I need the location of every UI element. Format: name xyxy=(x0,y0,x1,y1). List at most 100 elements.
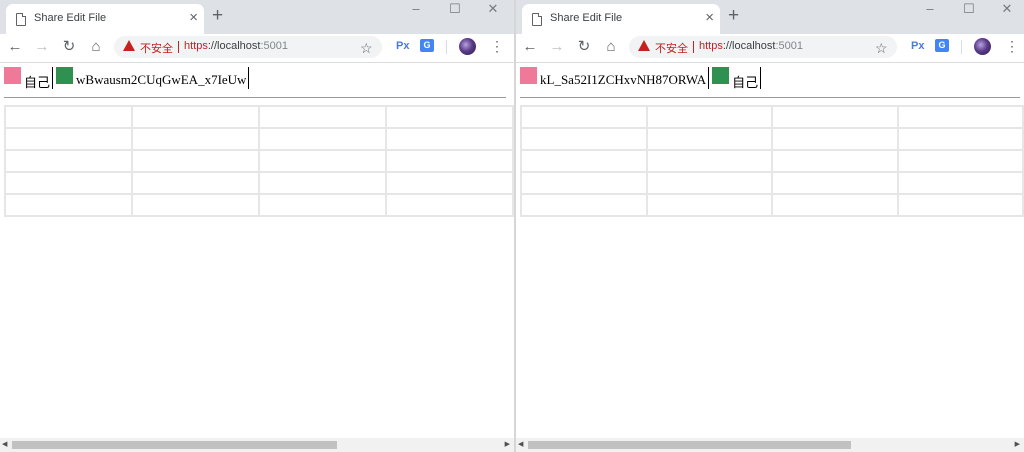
browser-window-right: Share Edit File × + – ☐ ✕ ← → ↻ ⌂ 不安全 ht… xyxy=(516,0,1024,452)
home-icon[interactable]: ⌂ xyxy=(87,37,105,57)
tab-title: Share Edit File xyxy=(550,12,623,24)
grid-cell[interactable] xyxy=(645,193,773,217)
grid-cell[interactable] xyxy=(645,171,773,195)
translate-extension-icon[interactable]: G xyxy=(935,39,949,52)
scroll-right-icon[interactable]: ▶ xyxy=(505,441,510,449)
grid-cell[interactable] xyxy=(896,171,1024,195)
grid-row xyxy=(520,105,1024,129)
profile-avatar[interactable] xyxy=(459,38,476,55)
user-name: kL_Sa52I1ZCHxvNH87ORWA xyxy=(540,72,707,87)
home-icon[interactable]: ⌂ xyxy=(602,37,620,57)
grid-cell[interactable] xyxy=(4,193,133,217)
grid-cell[interactable] xyxy=(645,105,773,129)
grid-cell[interactable] xyxy=(131,149,260,173)
reload-icon[interactable]: ↻ xyxy=(575,37,593,57)
grid-cell[interactable] xyxy=(896,127,1024,151)
bookmark-star-icon[interactable]: ☆ xyxy=(360,39,373,57)
grid-cell[interactable] xyxy=(385,171,514,195)
close-window-icon[interactable]: ✕ xyxy=(476,0,510,20)
grid-cell[interactable] xyxy=(131,127,260,151)
tab-share-edit-file[interactable]: Share Edit File × xyxy=(6,4,204,34)
grid-cell[interactable] xyxy=(645,127,773,151)
grid-cell[interactable] xyxy=(520,127,648,151)
horizontal-scrollbar[interactable]: ◀ ▶ xyxy=(516,438,1024,452)
back-icon[interactable]: ← xyxy=(521,37,539,57)
address-bar[interactable]: 不安全 https://localhost:5001 ☆ xyxy=(629,36,897,58)
grid-cell[interactable] xyxy=(4,149,133,173)
scroll-left-icon[interactable]: ◀ xyxy=(518,441,523,449)
grid-row xyxy=(520,193,1024,217)
grid-cell[interactable] xyxy=(385,149,514,173)
forward-icon[interactable]: → xyxy=(33,37,51,57)
tab-close-icon[interactable]: × xyxy=(189,9,198,27)
minimize-icon[interactable]: – xyxy=(913,0,947,20)
profile-avatar[interactable] xyxy=(974,38,991,55)
translate-extension-icon[interactable]: G xyxy=(420,39,434,52)
grid-cell[interactable] xyxy=(645,149,773,173)
toolbar-divider xyxy=(961,40,962,54)
grid-cell[interactable] xyxy=(258,149,387,173)
menu-icon[interactable]: ⋮ xyxy=(1005,37,1019,55)
extension-px-icon[interactable]: Px xyxy=(911,40,924,52)
tab-strip: Share Edit File × + – ☐ ✕ xyxy=(0,0,514,34)
browser-window-left: Share Edit File × + – ☐ ✕ ← → ↻ ⌂ 不安全 ht… xyxy=(0,0,514,452)
maximize-icon[interactable]: ☐ xyxy=(438,0,472,20)
grid-cell[interactable] xyxy=(771,105,899,129)
grid-cell[interactable] xyxy=(385,105,514,129)
address-bar[interactable]: 不安全 https://localhost:5001 ☆ xyxy=(114,36,382,58)
tab-strip: Share Edit File × + – ☐ ✕ xyxy=(516,0,1024,34)
grid-cell[interactable] xyxy=(520,105,648,129)
grid-cell[interactable] xyxy=(385,127,514,151)
scroll-right-icon[interactable]: ▶ xyxy=(1015,441,1020,449)
security-status: 不安全 xyxy=(140,43,173,55)
grid-cell[interactable] xyxy=(771,193,899,217)
user-color-swatch xyxy=(56,67,74,84)
scrollbar-thumb[interactable] xyxy=(12,441,337,449)
tab-close-icon[interactable]: × xyxy=(705,9,714,27)
reload-icon[interactable]: ↻ xyxy=(60,37,78,57)
grid-cell[interactable] xyxy=(771,149,899,173)
grid-cell[interactable] xyxy=(258,171,387,195)
tab-share-edit-file[interactable]: Share Edit File × xyxy=(522,4,720,34)
grid-cell[interactable] xyxy=(4,127,133,151)
url-port: :5001 xyxy=(260,40,288,52)
grid-cell[interactable] xyxy=(896,105,1024,129)
grid-cell[interactable] xyxy=(520,149,648,173)
grid-cell[interactable] xyxy=(385,193,514,217)
extension-px-icon[interactable]: Px xyxy=(396,40,409,52)
bookmark-star-icon[interactable]: ☆ xyxy=(875,39,888,57)
close-window-icon[interactable]: ✕ xyxy=(990,0,1024,20)
grid-cell[interactable] xyxy=(258,193,387,217)
grid-cell[interactable] xyxy=(771,171,899,195)
grid-cell[interactable] xyxy=(520,171,648,195)
scroll-left-icon[interactable]: ◀ xyxy=(2,441,7,449)
grid-row xyxy=(4,171,514,195)
divider-line xyxy=(4,97,506,98)
grid-cell[interactable] xyxy=(4,105,133,129)
grid-cell[interactable] xyxy=(258,105,387,129)
grid-row xyxy=(4,105,514,129)
grid-cell[interactable] xyxy=(131,105,260,129)
maximize-icon[interactable]: ☐ xyxy=(952,0,986,20)
user-color-swatch xyxy=(4,67,21,84)
grid-cell[interactable] xyxy=(771,127,899,151)
forward-icon[interactable]: → xyxy=(548,37,566,57)
page-icon xyxy=(16,13,26,26)
horizontal-scrollbar[interactable]: ◀ ▶ xyxy=(0,438,514,452)
grid-cell[interactable] xyxy=(520,193,648,217)
new-tab-icon[interactable]: + xyxy=(212,5,223,27)
minimize-icon[interactable]: – xyxy=(399,0,433,20)
back-icon[interactable]: ← xyxy=(6,37,24,57)
menu-icon[interactable]: ⋮ xyxy=(490,37,504,55)
new-tab-icon[interactable]: + xyxy=(728,5,739,27)
grid-cell[interactable] xyxy=(131,193,260,217)
user-name: wBwausm2CUqGwEA_x7IeUw xyxy=(76,72,247,87)
grid-cell[interactable] xyxy=(896,149,1024,173)
grid-cell[interactable] xyxy=(131,171,260,195)
browser-toolbar: ← → ↻ ⌂ 不安全 https://localhost:5001 ☆ Px … xyxy=(0,34,514,63)
user-name: 自己 xyxy=(732,75,759,90)
scrollbar-thumb[interactable] xyxy=(528,441,851,449)
grid-cell[interactable] xyxy=(4,171,133,195)
grid-cell[interactable] xyxy=(896,193,1024,217)
grid-cell[interactable] xyxy=(258,127,387,151)
